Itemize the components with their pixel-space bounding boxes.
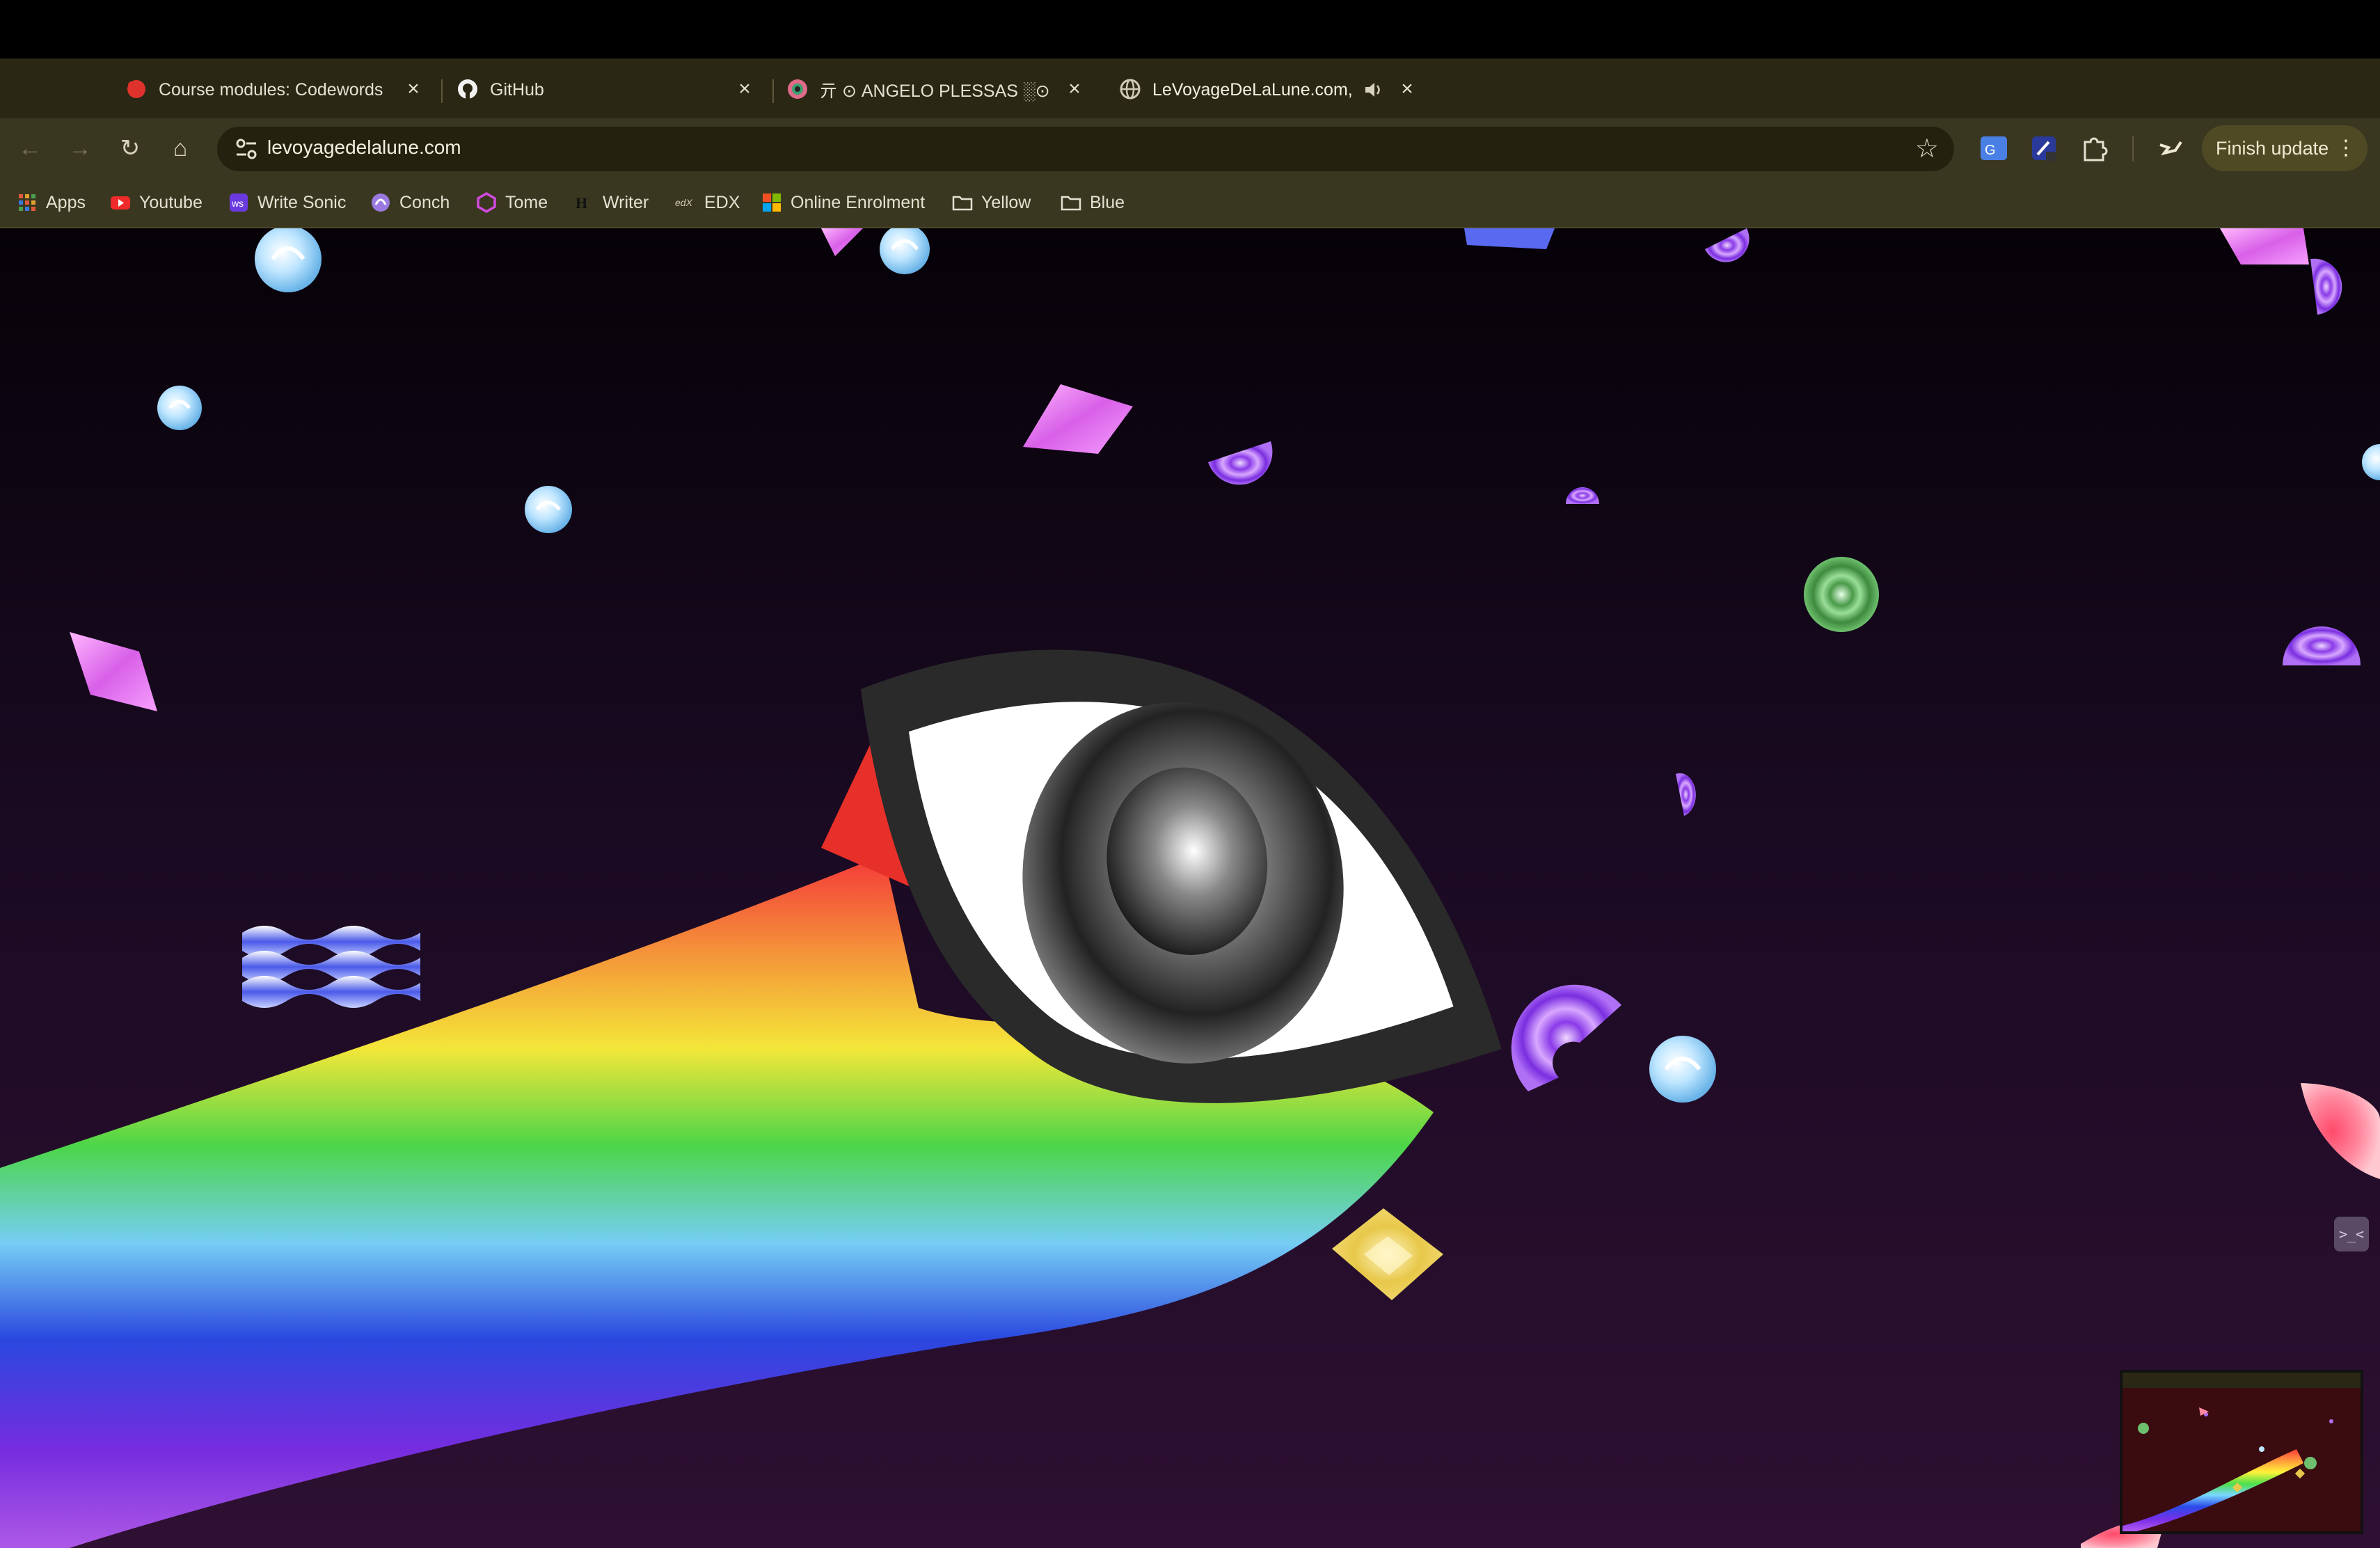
edx-icon: edX	[675, 197, 693, 208]
bookmark-folder-blue[interactable]: Blue	[1061, 189, 1125, 216]
purple-half-ring-icon	[1566, 487, 1599, 504]
purple-half-ring-icon	[2283, 626, 2361, 665]
home-icon[interactable]: ⌂	[164, 132, 196, 164]
back-icon[interactable]: ←	[14, 132, 46, 164]
close-tab-icon[interactable]: ×	[1061, 75, 1088, 103]
bookmark-star-icon[interactable]: ☆	[1915, 132, 1939, 166]
purple-half-ring-icon	[1676, 773, 1696, 816]
bookmark-youtube[interactable]: Youtube	[110, 189, 203, 216]
conch-icon	[372, 194, 390, 212]
toolbar-divider	[2132, 136, 2134, 161]
blue-waves-icon	[242, 926, 420, 1008]
blue-bubble-icon	[525, 486, 572, 533]
tab-levoyagedelalune[interactable]: LeVoyageDeLaLune.com, ×	[1119, 65, 1425, 114]
artwork-scene[interactable]	[0, 228, 2380, 1548]
bookmark-conch[interactable]: Conch	[370, 189, 450, 216]
eye-favicon-icon	[788, 79, 807, 99]
tab-angelo-plessas[interactable]: 亓 ⊙ ANGELO PLESSAS ░⊙< ×	[786, 65, 1093, 114]
writesonic-icon: ws	[230, 194, 248, 212]
browser-toolbar: ← → ↻ ⌂ levoyagedelalune.com ☆ G Finish …	[0, 118, 2380, 178]
bookmark-online-enrolment[interactable]: Online Enrolment	[761, 189, 925, 216]
bookmark-label: EDX	[704, 192, 740, 212]
browser-menu-icon[interactable]: ⋮	[2335, 125, 2356, 171]
globe-icon	[1120, 79, 1141, 100]
blue-bubble-icon	[157, 386, 202, 430]
blue-bubble-icon	[880, 228, 930, 274]
profile-avatar-icon[interactable]	[2155, 132, 2187, 164]
url-text: levoyagedelalune.com	[267, 136, 461, 158]
bookmark-label: Yellow	[981, 192, 1031, 212]
pink-gem-icon	[70, 632, 157, 711]
apps-grid-icon	[19, 194, 35, 211]
close-tab-icon[interactable]: ×	[1393, 75, 1421, 103]
folder-icon	[1061, 196, 1081, 211]
bookmarks-bar: Apps Youtube ws Write Sonic Conch Tome H…	[0, 178, 2380, 228]
youtube-icon	[111, 196, 130, 210]
close-tab-icon[interactable]: ×	[399, 75, 427, 103]
finish-update-button[interactable]: Finish update ⋮	[2202, 125, 2367, 171]
bookmark-edx[interactable]: edX EDX	[675, 189, 740, 216]
purple-half-ring-icon	[1208, 441, 1273, 485]
bookmark-label: Tome	[505, 192, 548, 212]
extensions-puzzle-icon[interactable]	[2078, 132, 2110, 164]
site-info-icon[interactable]	[232, 135, 260, 163]
folder-icon	[952, 196, 973, 211]
tab-title: Course modules: Codewords	[159, 79, 383, 100]
svg-text:ws: ws	[231, 198, 244, 209]
tome-icon	[477, 192, 496, 213]
google-translate-icon[interactable]: G	[1978, 132, 2010, 164]
pink-gem-icon	[1023, 384, 1133, 454]
bookmark-label: Blue	[1090, 192, 1125, 212]
bookmark-folder-yellow[interactable]: Yellow	[952, 189, 1031, 216]
tab-github[interactable]: GitHub ×	[457, 65, 763, 114]
blue-bubble-icon	[255, 228, 322, 292]
web-page-canvas[interactable]: >_<	[0, 228, 2380, 1548]
purple-half-ring-icon	[1705, 228, 1750, 262]
tab-codewords[interactable]: Course modules: Codewords ×	[125, 65, 431, 114]
bookmark-tome[interactable]: Tome	[476, 189, 548, 216]
blue-bubble-icon	[2362, 444, 2380, 480]
bookmark-label: Youtube	[139, 192, 203, 212]
tab-title: LeVoyageDeLaLune.com,	[1152, 79, 1353, 100]
tab-divider	[441, 79, 443, 103]
red-petal-icon	[2301, 1083, 2380, 1179]
microsoft-icon	[763, 194, 781, 212]
minimap-preview[interactable]	[2120, 1370, 2363, 1534]
address-bar[interactable]: levoyagedelalune.com ☆	[217, 127, 1954, 171]
tab-title: GitHub	[490, 79, 544, 100]
svg-text:edX: edX	[675, 197, 693, 208]
minimap-thumbnail	[2123, 1373, 2361, 1531]
window-titlebar	[0, 0, 2380, 58]
terminal-button[interactable]: >_<	[2334, 1217, 2369, 1251]
forward-icon[interactable]: →	[64, 132, 96, 164]
bookmark-write-sonic[interactable]: ws Write Sonic	[228, 189, 346, 216]
tab-strip: Course modules: Codewords × GitHub × 亓 ⊙…	[0, 58, 2380, 177]
close-tab-icon[interactable]: ×	[731, 75, 759, 103]
pink-gem-icon	[2220, 228, 2309, 264]
finish-update-label: Finish update	[2216, 138, 2329, 159]
bookmark-label: Write Sonic	[257, 192, 347, 212]
tab-title: 亓 ⊙ ANGELO PLESSAS ░⊙<	[820, 81, 1049, 101]
green-ring-icon	[1804, 557, 1879, 632]
red-blob-icon	[127, 80, 145, 98]
svg-text:G: G	[1985, 143, 1996, 158]
bookmark-label: Writer	[603, 192, 649, 212]
tab-divider	[772, 79, 774, 103]
blue-bubble-icon	[1649, 1036, 1716, 1103]
svg-text:H: H	[576, 194, 587, 212]
speaker-icon[interactable]	[1363, 79, 1383, 100]
bookmark-label: Online Enrolment	[791, 192, 926, 212]
bookmark-apps[interactable]: Apps	[17, 189, 86, 216]
purple-half-ring-icon	[2310, 258, 2342, 315]
pink-gem-icon	[821, 228, 863, 256]
github-icon	[458, 79, 477, 99]
extension-pen-icon[interactable]	[2028, 132, 2060, 164]
blue-prism-icon	[1464, 228, 1555, 249]
bookmark-writer[interactable]: H Writer	[573, 189, 649, 216]
bookmark-label: Apps	[46, 192, 86, 212]
bookmark-label: Conch	[399, 192, 450, 212]
writer-icon: H	[576, 194, 587, 212]
reload-icon[interactable]: ↻	[114, 132, 146, 164]
purple-half-ring-icon	[1511, 984, 1621, 1091]
